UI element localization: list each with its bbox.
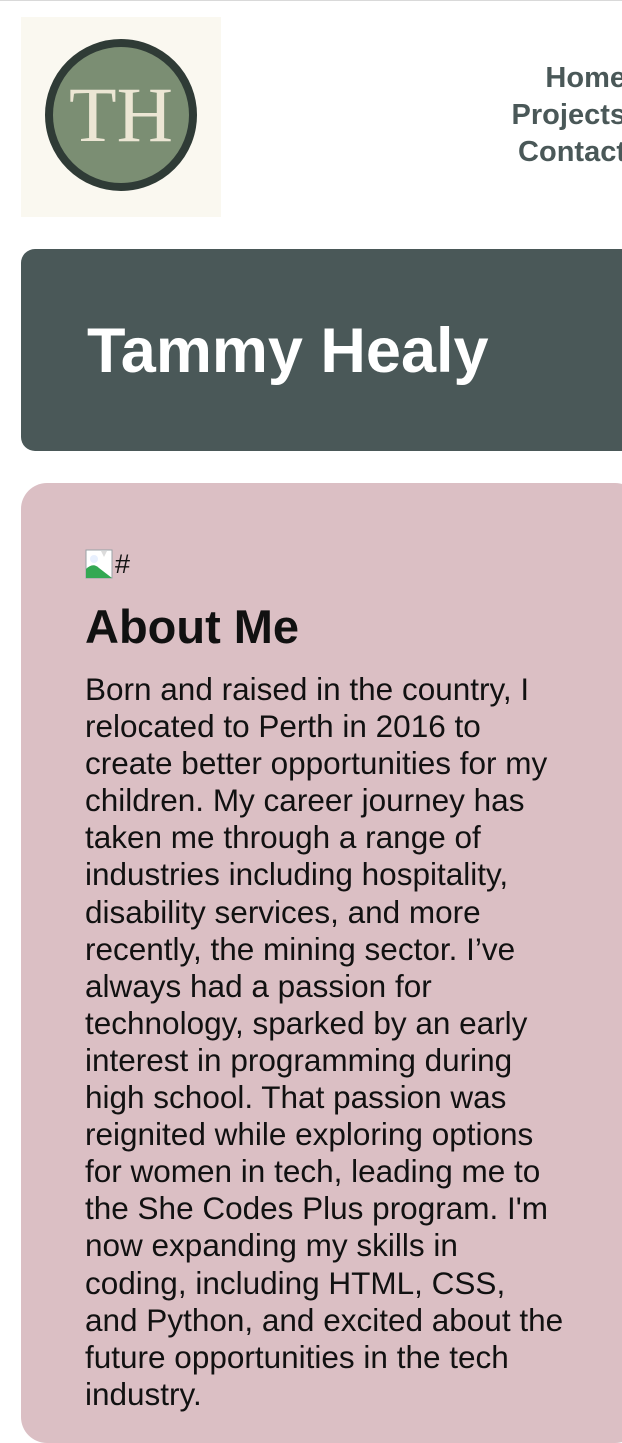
hero-name: Tammy Healy xyxy=(87,316,489,386)
broken-image-icon xyxy=(85,549,113,578)
nav-home-link[interactable]: Home xyxy=(462,60,622,97)
about-image: # xyxy=(85,547,130,580)
about-body: Born and raised in the country, I reloca… xyxy=(85,671,564,1412)
about-image-alt-text: # xyxy=(115,548,131,579)
logo[interactable]: TH xyxy=(21,17,221,217)
nav-projects-link[interactable]: Projects xyxy=(462,97,622,134)
logo-emblem-icon: TH xyxy=(45,39,197,191)
about-section: # About Me Born and raised in the countr… xyxy=(21,483,622,1443)
about-heading: About Me xyxy=(85,600,300,653)
nav-contact-link[interactable]: Contact xyxy=(462,134,622,171)
hero-banner: Tammy Healy xyxy=(21,249,622,451)
logo-initials: TH xyxy=(69,71,173,158)
top-border xyxy=(0,0,622,1)
main-nav: Home Projects Contact xyxy=(462,60,622,171)
